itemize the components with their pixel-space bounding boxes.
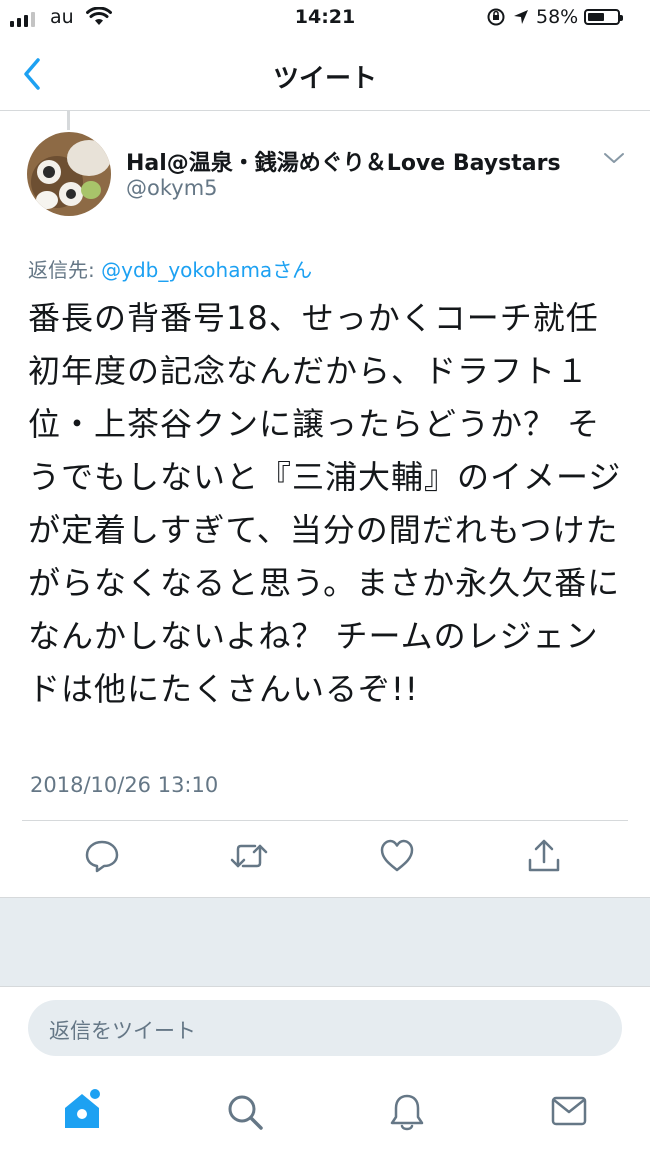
- reply-target-link[interactable]: @ydb_yokohamaさん: [101, 258, 312, 282]
- battery-percent: 58%: [536, 6, 579, 28]
- home-icon[interactable]: [61, 1086, 105, 1132]
- user-handle[interactable]: @okym5: [126, 176, 218, 200]
- location-arrow-icon: [514, 10, 528, 24]
- orientation-lock-icon: [487, 8, 505, 26]
- retweet-icon[interactable]: [229, 838, 269, 874]
- avatar[interactable]: [27, 132, 111, 216]
- thread-line: [67, 110, 70, 130]
- tweet-text: 番長の背番号18、せっかくコーチ就任初年度の記念なんだから、ドラフト１位・上茶谷…: [28, 299, 622, 708]
- battery-icon: [584, 9, 624, 25]
- messages-icon[interactable]: [551, 1096, 587, 1126]
- reply-placeholder: 返信をツイート: [49, 1019, 196, 1043]
- chevron-down-icon[interactable]: [602, 150, 626, 166]
- display-name[interactable]: Hal@温泉・銭湯めぐり＆Love Baystars: [126, 145, 561, 177]
- reply-input[interactable]: 返信をツイート: [28, 1000, 622, 1056]
- like-icon[interactable]: [379, 838, 415, 874]
- status-bar: au 14:21 58%: [0, 0, 650, 38]
- reply-prefix: 返信先:: [28, 258, 95, 282]
- share-icon[interactable]: [526, 838, 562, 874]
- reply-icon[interactable]: [84, 838, 120, 874]
- tweet-timestamp: 2018/10/26 13:10: [30, 773, 219, 797]
- separator-band: [0, 897, 650, 987]
- search-icon[interactable]: [225, 1092, 265, 1132]
- divider: [22, 820, 628, 821]
- nav-bar: ツイート: [0, 38, 650, 111]
- reply-context: 返信先: @ydb_yokohamaさん: [28, 254, 312, 283]
- tab-bar: [0, 1080, 650, 1156]
- tweet-actions: [0, 838, 650, 880]
- page-title: ツイート: [272, 64, 377, 94]
- notifications-icon[interactable]: [389, 1092, 425, 1132]
